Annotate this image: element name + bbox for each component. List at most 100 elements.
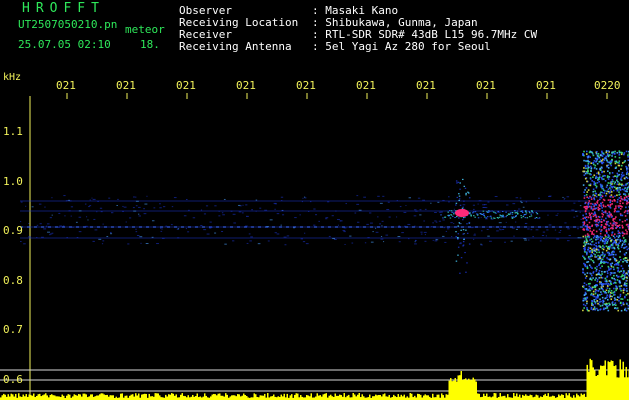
burst-speck <box>601 251 604 254</box>
noise-speck <box>518 208 521 210</box>
burst-speck <box>589 216 592 219</box>
amplitude-bar <box>552 395 554 400</box>
burst-speck <box>607 155 610 158</box>
echo-vertical <box>458 198 461 200</box>
burst-speck <box>625 294 628 296</box>
amplitude-bar <box>525 394 527 400</box>
burst-speck <box>616 286 618 289</box>
noise-speck <box>485 218 488 220</box>
burst-speck <box>612 304 614 306</box>
noise-speck <box>334 238 337 240</box>
burst-speck <box>587 197 590 199</box>
count-number: 18. <box>140 38 160 51</box>
noise-speck <box>230 210 233 212</box>
noise-speck <box>221 231 224 233</box>
burst-speck <box>622 258 625 260</box>
burst-speck <box>624 215 627 217</box>
noise-speck <box>496 230 499 232</box>
burst-speck <box>620 197 623 200</box>
noise-speck <box>108 197 111 199</box>
noise-speck <box>281 200 283 202</box>
noise-speck <box>153 207 156 209</box>
burst-speck <box>607 251 610 254</box>
echo-trail <box>483 216 486 218</box>
echo-trail <box>482 210 485 212</box>
burst-speck <box>608 246 611 249</box>
burst-speck <box>590 202 592 205</box>
burst-speck <box>598 257 601 260</box>
burst-speck <box>620 301 622 304</box>
amplitude-bar <box>45 393 47 400</box>
burst-speck <box>599 232 602 235</box>
burst-speck <box>615 227 617 229</box>
burst-speck <box>606 190 608 193</box>
noise-speck <box>257 243 261 245</box>
burst-speck <box>612 256 615 259</box>
noise-speck <box>568 235 571 237</box>
echo-trail <box>464 216 466 218</box>
burst-speck <box>594 302 597 305</box>
amplitude-bar <box>397 394 399 400</box>
burst-speck <box>598 288 601 290</box>
burst-speck <box>601 184 603 187</box>
amplitude-bar <box>99 394 101 400</box>
noise-speck <box>541 235 545 237</box>
amplitude-bar <box>589 358 591 400</box>
noise-speck <box>122 205 124 207</box>
echo-trail <box>489 215 492 217</box>
noise-speck <box>567 240 570 242</box>
burst-speck <box>610 191 613 193</box>
burst-speck <box>610 216 613 218</box>
noise-speck <box>87 219 89 221</box>
echo-vertical <box>462 206 464 208</box>
burst-speck <box>592 209 594 211</box>
noise-speck <box>398 241 401 243</box>
noise-speck <box>266 226 270 228</box>
amplitude-bar <box>165 394 167 400</box>
noise-speck <box>453 210 456 212</box>
echo-trail <box>473 215 475 217</box>
burst-speck <box>619 240 622 243</box>
echo-trail <box>448 210 451 212</box>
burst-speck <box>592 260 594 262</box>
noise-speck <box>89 199 91 201</box>
noise-speck <box>494 196 498 198</box>
burst-speck <box>621 220 624 223</box>
burst-speck <box>605 261 607 263</box>
noise-speck <box>125 221 127 223</box>
burst-speck <box>606 285 609 287</box>
amplitude-bar <box>384 393 386 400</box>
burst-speck <box>625 195 628 198</box>
noise-speck <box>459 243 462 245</box>
echo-vertical <box>467 191 469 193</box>
noise-speck <box>437 201 440 203</box>
amplitude-bar <box>166 396 168 400</box>
burst-speck <box>595 160 597 163</box>
amplitude-bar <box>592 367 594 400</box>
burst-speck <box>621 226 624 229</box>
burst-speck <box>599 262 602 264</box>
burst-speck <box>590 170 592 172</box>
app-title: HROFFT <box>22 1 105 16</box>
amplitude-bar <box>79 394 81 400</box>
echo-trail <box>486 216 489 218</box>
echo-vertical <box>459 182 461 184</box>
burst-speck <box>622 289 625 292</box>
burst-speck <box>618 242 621 244</box>
burst-speck <box>601 150 603 153</box>
y-tick: 1.1 <box>3 125 23 138</box>
burst-speck <box>614 181 617 183</box>
burst-speck <box>582 235 585 238</box>
noise-speck <box>165 225 168 227</box>
burst-speck <box>614 217 616 220</box>
burst-speck <box>599 239 602 242</box>
burst-speck <box>591 224 594 227</box>
noise-speck <box>93 218 96 220</box>
burst-speck <box>586 155 589 158</box>
burst-speck <box>608 224 610 227</box>
echo-trail <box>472 211 475 213</box>
burst-speck <box>625 150 628 153</box>
burst-speck <box>592 277 594 279</box>
noise-speck <box>146 195 148 197</box>
burst-speck <box>596 278 599 281</box>
